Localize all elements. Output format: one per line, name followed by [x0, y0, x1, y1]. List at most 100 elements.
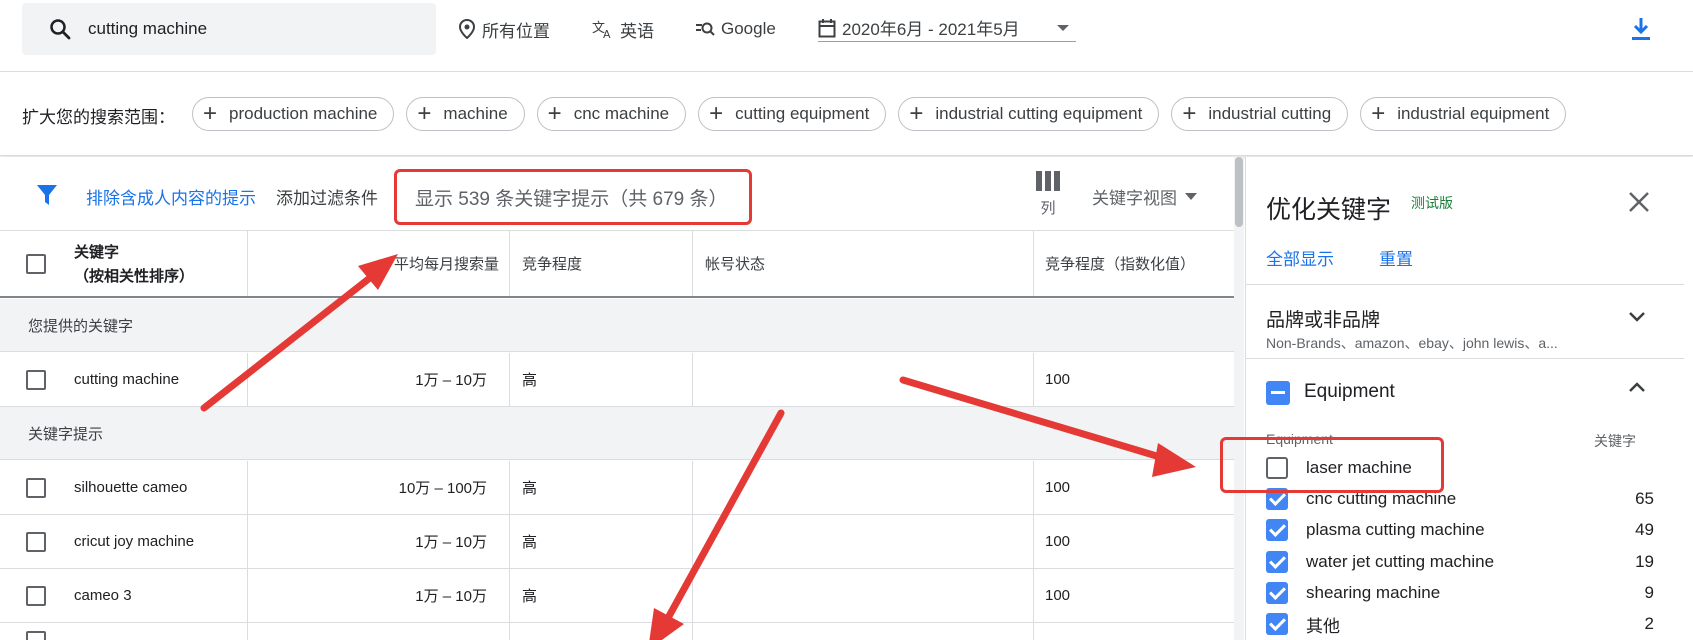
- close-icon[interactable]: [1628, 191, 1650, 213]
- chevron-up-icon[interactable]: [1628, 381, 1646, 393]
- location-selector[interactable]: 所有位置: [458, 16, 550, 42]
- result-count-text: 显示 539 条关键字提示（共 679 条）: [415, 188, 728, 210]
- table-row[interactable]: silhouette cameo 10万 – 100万 高 100: [0, 461, 1234, 515]
- row-checkbox[interactable]: [26, 585, 46, 606]
- equipment-section: Equipment Equipment 关键字 laser machine cn…: [1246, 359, 1684, 640]
- brand-title: 品牌或非品牌: [1266, 310, 1381, 331]
- chip-machine[interactable]: + machine: [406, 97, 525, 131]
- row-keyword: silhouette cameo: [74, 479, 188, 496]
- equipment-item-plasma-cutting-machine[interactable]: plasma cutting machine 49: [1266, 515, 1664, 545]
- row-competition: 高: [522, 588, 538, 605]
- chip-industrial-equipment[interactable]: + industrial equipment: [1360, 97, 1567, 131]
- annotation-box-laser-machine: [1220, 437, 1444, 493]
- location-pin-icon: [458, 19, 476, 39]
- equipment-indeterminate-checkbox[interactable]: [1266, 381, 1290, 405]
- item-checkbox[interactable]: [1266, 551, 1288, 573]
- suggestion-chips: + production machine + machine + cnc machin…: [192, 97, 1567, 131]
- brand-subtitle: Non-Brands、amazon、ebay、john lewis、a...: [1266, 335, 1558, 351]
- item-checkbox[interactable]: [1266, 582, 1288, 604]
- expand-search-row: 扩大您的搜索范围： + production machine + machine +…: [0, 73, 1693, 156]
- chevron-down-icon[interactable]: [1628, 311, 1646, 323]
- caret-down-icon: [1057, 24, 1069, 31]
- equipment-item-shearing-machine[interactable]: shearing machine 9: [1266, 578, 1664, 608]
- keyword-view-dropdown[interactable]: 关键字视图: [1092, 184, 1197, 209]
- row-searches: 10万 – 100万: [398, 480, 487, 497]
- brand-section[interactable]: 品牌或非品牌 Non-Brands、amazon、ebay、john lewis…: [1246, 284, 1684, 359]
- chip-production-machine[interactable]: + production machine: [192, 97, 395, 131]
- plus-icon: +: [709, 100, 724, 127]
- filter-icon[interactable]: [36, 183, 58, 207]
- reset-link[interactable]: 重置: [1379, 245, 1413, 270]
- header-competition-index[interactable]: 竞争程度（指数化值）: [1034, 231, 1234, 296]
- row-checkbox[interactable]: [26, 631, 46, 640]
- translate-icon: 文A: [592, 21, 611, 39]
- network-search-icon: [696, 22, 715, 36]
- chip-cutting-equipment[interactable]: + cutting equipment: [698, 97, 887, 131]
- section-provided-keywords: 您提供的关键字: [0, 299, 1234, 352]
- item-checkbox[interactable]: [1266, 519, 1288, 541]
- row-checkbox[interactable]: [26, 477, 46, 498]
- row-competition: 高: [522, 480, 538, 497]
- row-competition: 高: [522, 372, 538, 389]
- date-range-selector[interactable]: 2020年6月 - 2021年5月: [818, 16, 1076, 42]
- row-index: 100: [1045, 587, 1071, 604]
- exclude-adult-link[interactable]: 排除含成人内容的提示: [86, 184, 256, 209]
- item-checkbox[interactable]: [1266, 613, 1288, 635]
- equipment-item-water-jet-cutting-machine[interactable]: water jet cutting machine 19: [1266, 547, 1664, 577]
- search-input[interactable]: cutting machine: [22, 3, 436, 55]
- download-icon[interactable]: [1628, 16, 1654, 42]
- row-searches: 1万 – 10万: [415, 534, 487, 551]
- header-keyword[interactable]: 关键字 （按相关性排序）: [0, 231, 248, 296]
- columns-label: 列: [1040, 200, 1056, 217]
- plus-icon: +: [1371, 100, 1386, 127]
- columns-button[interactable]: 列: [1036, 171, 1060, 218]
- result-count-annotated: 显示 539 条关键字提示（共 679 条）: [394, 169, 752, 225]
- table-row[interactable]: cricut joy machine 1万 – 10万 高 100: [0, 515, 1234, 569]
- language-selector[interactable]: 文A 英语: [592, 16, 654, 42]
- equipment-item-other[interactable]: 其他 2: [1266, 609, 1664, 639]
- plus-icon: +: [203, 100, 218, 127]
- header-account-status[interactable]: 帐号状态: [693, 231, 1034, 296]
- row-index: 100: [1045, 533, 1071, 550]
- language-label: 英语: [620, 21, 654, 41]
- scrollbar-thumb[interactable]: [1235, 157, 1243, 227]
- row-checkbox[interactable]: [26, 531, 46, 552]
- header-avg-searches[interactable]: 平均每月搜索量: [248, 231, 510, 296]
- refine-keywords-panel: 优化关键字 测试版 全部显示 重置 品牌或非品牌 Non-Brands、amaz…: [1245, 157, 1693, 640]
- network-selector[interactable]: Google: [695, 16, 776, 42]
- row-searches: 1万 – 10万: [415, 372, 487, 389]
- header-competition[interactable]: 竞争程度: [510, 231, 693, 296]
- beta-badge: 测试版: [1411, 195, 1453, 211]
- search-icon: [50, 19, 71, 40]
- columns-icon: [1036, 171, 1060, 191]
- chip-industrial-cutting-equipment[interactable]: + industrial cutting equipment: [898, 97, 1160, 131]
- table-row-partial[interactable]: [0, 623, 1234, 640]
- equipment-title: Equipment: [1304, 381, 1395, 402]
- plus-icon: +: [909, 100, 924, 127]
- row-keyword: cutting machine: [74, 371, 180, 388]
- row-keyword: cameo 3: [74, 587, 132, 604]
- row-competition: 高: [522, 534, 538, 551]
- date-range-label: 2020年6月 - 2021年5月: [842, 20, 1020, 39]
- chip-industrial-cutting[interactable]: + industrial cutting: [1171, 97, 1349, 131]
- calendar-icon: [818, 18, 836, 37]
- network-label: Google: [721, 19, 776, 38]
- show-all-link[interactable]: 全部显示: [1266, 245, 1334, 270]
- keyword-view-label: 关键字视图: [1092, 189, 1177, 208]
- table-row[interactable]: cutting machine 1万 – 10万 高 100: [0, 353, 1234, 407]
- keyword-table-area: 排除含成人内容的提示 添加过滤条件 显示 539 条关键字提示（共 679 条）…: [0, 157, 1244, 640]
- table-scrollbar[interactable]: [1234, 157, 1244, 640]
- table-row[interactable]: cameo 3 1万 – 10万 高 100: [0, 569, 1234, 623]
- table-header: 关键字 （按相关性排序） 平均每月搜索量 竞争程度 帐号状态 竞争程度（指数化值…: [0, 231, 1234, 298]
- top-bar: cutting machine 所有位置 文A 英语 Google 2020年6…: [0, 0, 1693, 72]
- panel-title: 优化关键字: [1266, 196, 1392, 224]
- chip-cnc-machine[interactable]: + cnc machine: [536, 97, 687, 131]
- row-index: 100: [1045, 479, 1071, 496]
- table-toolbar: 排除含成人内容的提示 添加过滤条件 显示 539 条关键字提示（共 679 条）…: [0, 157, 1234, 231]
- svg-text:A: A: [603, 28, 611, 39]
- search-query: cutting machine: [88, 19, 208, 38]
- row-index: 100: [1045, 371, 1071, 388]
- row-keyword: cricut joy machine: [74, 533, 195, 550]
- row-checkbox[interactable]: [26, 369, 46, 390]
- add-filter-button[interactable]: 添加过滤条件: [276, 184, 378, 209]
